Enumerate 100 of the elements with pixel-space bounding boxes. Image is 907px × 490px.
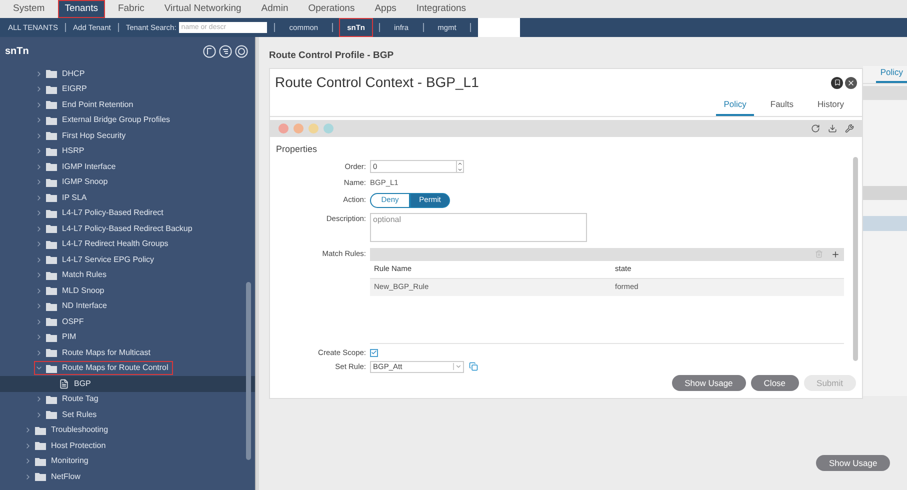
close-icon[interactable] — [845, 76, 857, 89]
chevron-right-icon[interactable] — [35, 70, 43, 78]
chevron-right-icon[interactable] — [35, 333, 43, 342]
dialog-button[interactable]: Close — [750, 375, 799, 392]
tree-label: Host Protection — [51, 440, 106, 452]
create-scope-checkbox[interactable] — [370, 348, 378, 356]
tree-label: MLD Snoop — [62, 284, 104, 297]
tree-row[interactable]: IGMP Interface — [0, 159, 255, 174]
chevron-right-icon[interactable] — [35, 240, 43, 248]
tree-label: PIM — [62, 331, 76, 344]
tree-row[interactable]: OSPF — [0, 314, 255, 330]
tree-row[interactable]: Route Maps for Route Control — [0, 360, 255, 376]
refresh-icon[interactable] — [811, 124, 820, 133]
tree-row[interactable]: IGMP Snoop — [0, 174, 255, 190]
tree-label: Route Maps for Multicast — [62, 346, 150, 359]
tree-row[interactable]: DHCP — [0, 66, 255, 82]
folder-icon — [35, 472, 46, 482]
dialog-tab[interactable]: History — [810, 98, 852, 116]
filter-icon[interactable] — [219, 44, 232, 58]
download-icon[interactable] — [828, 124, 837, 133]
folder-icon — [46, 208, 57, 218]
input-field[interactable] — [478, 18, 520, 37]
nav-tab[interactable]: Operations — [301, 0, 362, 18]
tree-row[interactable]: Monitoring — [0, 454, 255, 469]
tree-row[interactable]: ND Interface — [0, 298, 255, 314]
tree-label: Troubleshooting — [51, 424, 108, 436]
tree-row[interactable]: HSRP — [0, 144, 255, 159]
nav-tab[interactable]: Admin — [254, 0, 296, 18]
chevron-right-icon[interactable] — [35, 132, 43, 140]
scrollbar-thumb[interactable] — [246, 282, 251, 460]
nav-tab[interactable]: Integrations — [409, 0, 474, 18]
sidebar-title: snTn — [5, 44, 29, 58]
tree-row[interactable]: MLD Snoop — [0, 283, 255, 298]
chevron-right-icon[interactable] — [35, 178, 43, 186]
tree-row[interactable]: L4-L7 Policy-Based Redirect — [0, 206, 255, 221]
tree-row[interactable]: External Bridge Group Profiles — [0, 112, 255, 128]
add-icon[interactable] — [831, 250, 840, 258]
copy-icon[interactable] — [469, 362, 478, 371]
nav-tab[interactable]: System — [6, 0, 52, 18]
scrollbar-thumb[interactable] — [853, 157, 858, 361]
dialog-tab[interactable]: Policy — [716, 98, 754, 116]
chevron-right-icon[interactable] — [24, 426, 32, 434]
tree-row[interactable]: Troubleshooting — [0, 422, 255, 438]
tree-row[interactable]: Route Maps for Multicast — [0, 345, 255, 360]
chevron-right-icon[interactable] — [35, 194, 43, 202]
tree-label: L4-L7 Service EPG Policy — [62, 254, 154, 266]
chevron-right-icon[interactable] — [35, 410, 43, 419]
tree-row[interactable]: Host Protection — [0, 438, 255, 454]
nav-tab[interactable]: Fabric — [110, 0, 152, 18]
nav-tab[interactable]: Virtual Networking — [157, 0, 248, 18]
chevron-right-icon[interactable] — [35, 85, 43, 94]
chevron-down-icon[interactable] — [453, 363, 463, 370]
tree-row[interactable]: L4-L7 Policy-Based Redirect Backup — [0, 221, 255, 236]
chevron-right-icon[interactable] — [35, 286, 43, 295]
show-usage-button[interactable]: Show Usage — [816, 455, 890, 471]
chevron-right-icon[interactable] — [35, 348, 43, 357]
description-field[interactable]: optional — [370, 212, 587, 242]
folder-icon — [46, 364, 57, 373]
chevron-right-icon[interactable] — [24, 457, 32, 466]
tree-label: IP SLA — [62, 192, 87, 204]
chevron-right-icon[interactable] — [35, 256, 43, 264]
tools-icon[interactable] — [845, 124, 854, 133]
tree-row[interactable]: L4-L7 Redirect Health Groups — [0, 236, 255, 252]
chevron-right-icon[interactable] — [35, 209, 43, 218]
tree-row[interactable]: Set Rules — [0, 407, 255, 422]
tree-row[interactable]: EIGRP — [0, 82, 255, 97]
tree-label: L4-L7 Policy-Based Redirect Backup — [62, 222, 192, 235]
tree-label: L4-L7 Policy-Based Redirect — [62, 207, 164, 220]
bookmark-icon[interactable] — [831, 76, 843, 89]
tree-row[interactable]: End Point Retention — [0, 97, 255, 112]
folder-icon — [46, 178, 57, 187]
tree-row[interactable]: Match Rules — [0, 268, 255, 283]
tree-row[interactable]: First Hop Security — [0, 128, 255, 144]
tree-row[interactable]: PIM — [0, 330, 255, 345]
chevron-right-icon[interactable] — [35, 271, 43, 280]
nav-tab[interactable]: Tenants — [58, 0, 105, 18]
nav-tab[interactable]: Apps — [368, 0, 404, 18]
dialog-tab[interactable]: Faults — [762, 98, 802, 116]
tree-row[interactable]: BGP — [0, 376, 255, 392]
tree-row[interactable]: Route Tag — [0, 392, 255, 407]
chevron-right-icon[interactable] — [35, 162, 43, 171]
chevron-right-icon[interactable] — [24, 442, 32, 450]
folder-icon — [46, 348, 57, 358]
tree-row[interactable]: IP SLA — [0, 190, 255, 206]
chevron-right-icon[interactable] — [35, 100, 43, 109]
background-tab[interactable]: Policy — [876, 66, 907, 83]
chevron-right-icon[interactable] — [35, 224, 43, 233]
spinner-arrows-icon[interactable] — [457, 160, 464, 173]
chevron-right-icon[interactable] — [35, 318, 43, 326]
layout-icon[interactable] — [203, 44, 216, 58]
chevron-right-icon[interactable] — [24, 472, 32, 481]
chevron-right-icon[interactable] — [35, 395, 43, 404]
tree-label: Set Rules — [62, 408, 97, 421]
chevron-right-icon[interactable] — [35, 302, 43, 310]
folder-icon — [46, 193, 57, 202]
dialog-button[interactable]: Show Usage — [672, 375, 746, 392]
chevron-right-icon[interactable] — [35, 147, 43, 156]
tree-row[interactable]: L4-L7 Service EPG Policy — [0, 252, 255, 268]
chevron-right-icon[interactable] — [35, 116, 43, 124]
tree-row[interactable]: NetFlow — [0, 469, 255, 484]
